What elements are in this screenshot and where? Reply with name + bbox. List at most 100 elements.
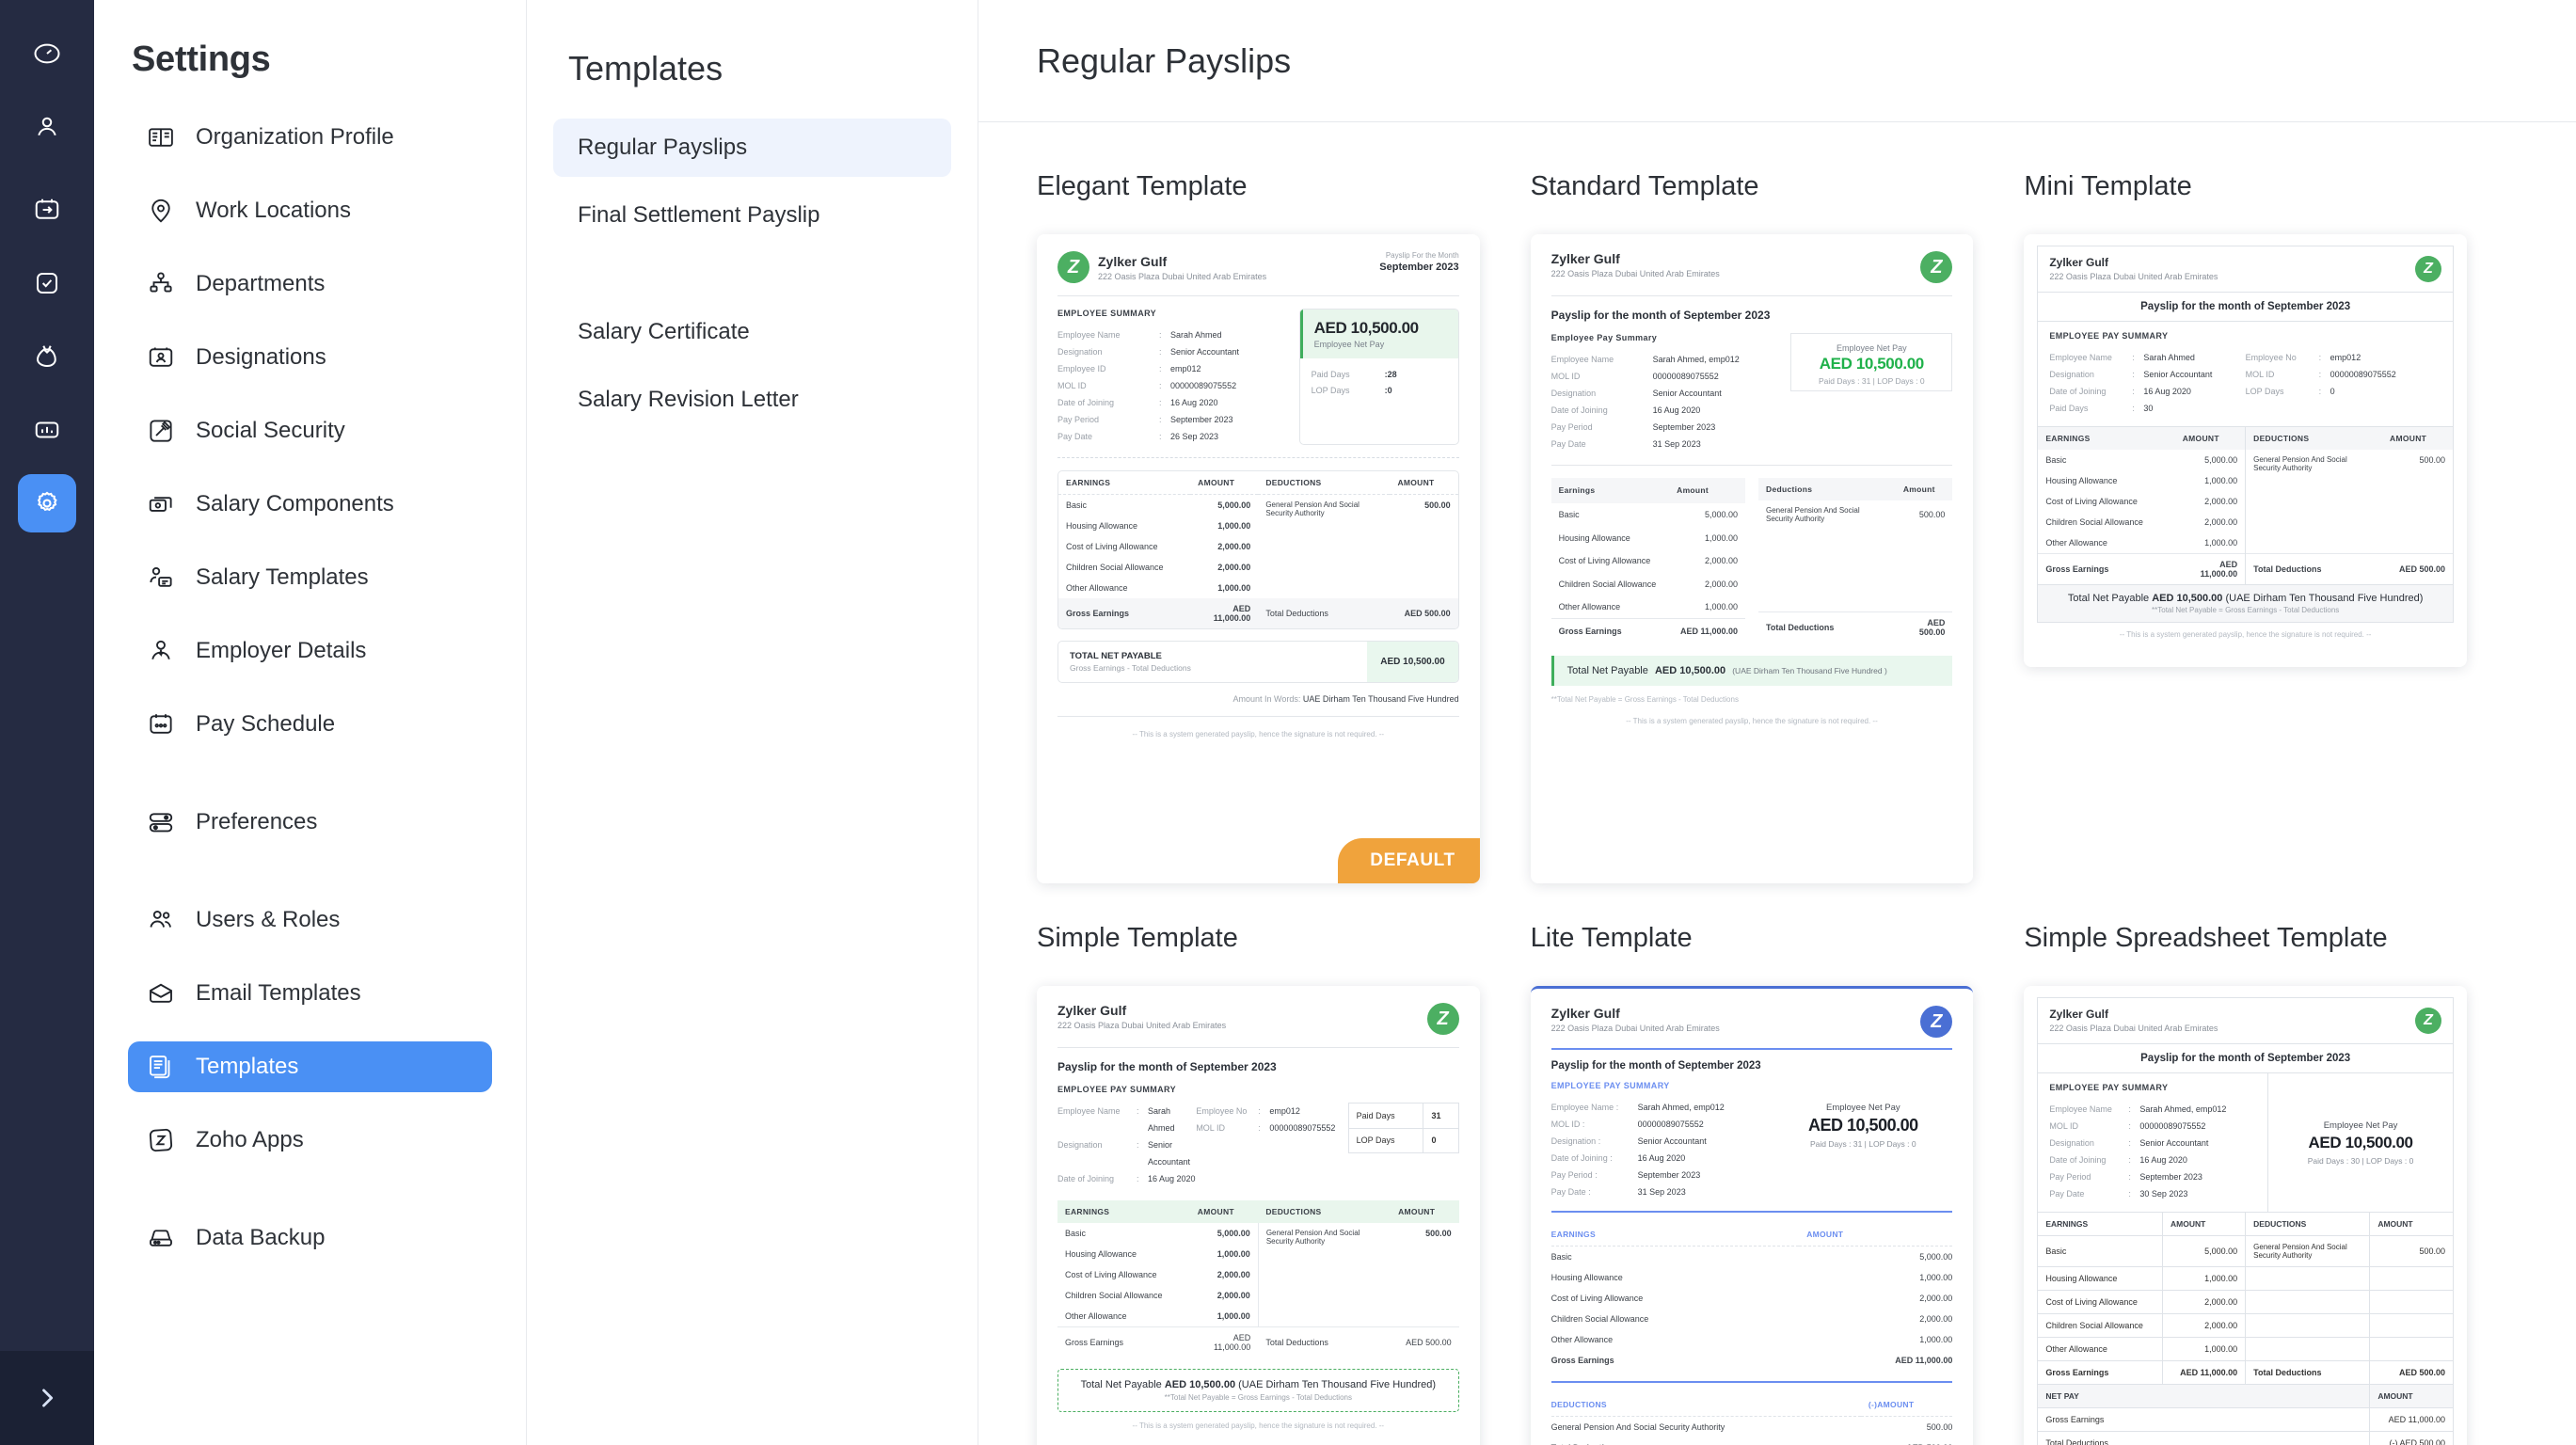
payslip-heading: Payslip for the month of September 2023 <box>2038 292 2453 321</box>
field-value: Senior Accountant <box>1652 389 1722 398</box>
amount-header: AMOUNT <box>1806 1230 1844 1239</box>
employee-summary-heading: EMPLOYEE PAY SUMMARY <box>2049 1083 2169 1092</box>
sidebar-item-pay-schedule[interactable]: Pay Schedule <box>128 699 492 750</box>
template-item-regular-payslips[interactable]: Regular Payslips <box>553 119 951 177</box>
sidebar-item-social-security[interactable]: Social Security <box>128 405 492 456</box>
sidebar-item-employer-details[interactable]: Employer Details <box>128 626 492 676</box>
field-label: Date of Joining <box>2049 1155 2107 1165</box>
reports-chart-icon[interactable] <box>18 401 76 459</box>
template-item-salary-revision-letter[interactable]: Salary Revision Letter <box>553 371 951 429</box>
earning-name: Children Social Allowance <box>1065 1291 1163 1300</box>
net-pay-deductions-label: Total Deductions <box>2038 1431 2371 1445</box>
employees-person-icon[interactable] <box>18 98 76 156</box>
org-name: Zylker Gulf <box>1057 1003 1127 1018</box>
dashboard-clock-icon[interactable] <box>18 24 76 83</box>
field-value: Senior Accountant <box>1637 1136 1707 1146</box>
sidebar-item-work-locations[interactable]: Work Locations <box>128 185 492 236</box>
earning-name: Basic <box>1550 1252 1572 1262</box>
sidebar-item-designations[interactable]: Designations <box>128 332 492 383</box>
template-card-standard[interactable]: Zylker Gulf 222 Oasis Plaza Dubai United… <box>1530 234 1974 883</box>
template-item-label: Salary Revision Letter <box>578 387 799 412</box>
template-cell-lite: Lite Template Zylker Gulf 222 Oasis Plaz… <box>1530 923 2025 1445</box>
zoho-apps-icon <box>145 1124 177 1156</box>
template-card-simple[interactable]: Zylker Gulf 222 Oasis Plaza Dubai United… <box>1037 986 1480 1445</box>
earning-amount: 2,000.00 <box>1704 556 1738 566</box>
field-value: 31 Sep 2023 <box>1637 1187 1686 1197</box>
approvals-check-icon[interactable] <box>18 254 76 312</box>
sidebar-item-users-roles[interactable]: Users & Roles <box>128 895 492 945</box>
content-header: Regular Payslips <box>978 0 2576 122</box>
field-label: Employee Name <box>2049 1104 2112 1114</box>
template-item-label: Final Settlement Payslip <box>578 202 820 228</box>
total-deductions-value: AED 500.00 <box>1918 618 1946 637</box>
field-label: Employee Name <box>1550 1103 1614 1112</box>
sidebar-item-salary-templates[interactable]: Salary Templates <box>128 552 492 603</box>
total-net-formula: Gross Earnings - Total Deductions <box>1070 663 1191 673</box>
leave-calendar-arrow-icon[interactable] <box>18 181 76 239</box>
total-net-formula: **Total Net Payable = Gross Earnings - T… <box>1164 1393 1352 1402</box>
default-badge: DEFAULT <box>1338 838 1480 883</box>
org-name: Zylker Gulf <box>1550 1006 1620 1021</box>
zylker-logo-icon: Z <box>2415 256 2441 282</box>
template-card-elegant[interactable]: Z Zylker Gulf 222 Oasis Plaza Dubai Unit… <box>1037 234 1480 883</box>
template-card-grid: Elegant Template Z Zylker Gulf 222 Oasis… <box>978 122 2576 1445</box>
sidebar-item-preferences[interactable]: Preferences <box>128 797 492 848</box>
deductions-header: DEDUCTIONS <box>1265 478 1322 487</box>
content-area: Regular Payslips Elegant Template Z Zylk… <box>978 0 2576 1445</box>
earning-amount: 5,000.00 <box>1216 1229 1250 1238</box>
nav-divider-2 <box>128 870 492 895</box>
sidebar-item-departments[interactable]: Departments <box>128 259 492 310</box>
field-value: Sarah Ahmed, emp012 <box>1637 1103 1725 1112</box>
gross-earnings-value: AED 11,000.00 <box>1895 1356 1953 1365</box>
field-label: Date of Joining <box>1057 398 1115 407</box>
sidebar-item-templates[interactable]: Templates <box>128 1041 492 1092</box>
gross-earnings-label: Gross Earnings <box>1550 1356 1614 1365</box>
template-card-spreadsheet[interactable]: Zylker Gulf 222 Oasis Plaza Dubai United… <box>2024 986 2467 1445</box>
settings-gear-icon[interactable] <box>18 474 76 532</box>
payslip-month-label: Payslip For the Month <box>1385 251 1459 260</box>
gross-earnings-value: AED 11,000.00 <box>2200 560 2238 579</box>
employee-summary-heading: EMPLOYEE PAY SUMMARY <box>1057 1085 1177 1094</box>
earning-amount: 1,000.00 <box>2162 1337 2247 1361</box>
expand-sidebar-button[interactable] <box>0 1351 94 1445</box>
field-label: Pay Period <box>1057 415 1100 424</box>
template-item-salary-certificate[interactable]: Salary Certificate <box>553 303 951 361</box>
earning-amount: 1,000.00 <box>2162 1266 2247 1291</box>
field-label: MOL ID <box>1550 372 1581 381</box>
payroll-moneybag-icon[interactable] <box>18 327 76 386</box>
field-label: Designation <box>1550 1136 1597 1146</box>
sidebar-item-label: Designations <box>196 344 326 370</box>
template-card-mini[interactable]: Zylker Gulf 222 Oasis Plaza Dubai United… <box>2024 234 2467 667</box>
sidebar-item-data-backup[interactable]: Data Backup <box>128 1213 492 1263</box>
templates-list: Regular Payslips Final Settlement Paysli… <box>527 119 978 429</box>
email-envelope-icon <box>145 977 177 1009</box>
earning-name: Cost of Living Allowance <box>2038 1290 2164 1314</box>
sidebar-item-salary-components[interactable]: Salary Components <box>128 479 492 530</box>
earning-name: Other Allowance <box>1558 602 1621 612</box>
field-value: 26 Sep 2023 <box>1170 432 1219 441</box>
template-item-final-settlement-payslip[interactable]: Final Settlement Payslip <box>553 186 951 245</box>
field-value: September 2023 <box>2139 1172 2202 1182</box>
amount-header: Amount <box>1677 485 1709 496</box>
amount-header: AMOUNT <box>2369 1212 2453 1236</box>
gavel-icon <box>145 415 177 447</box>
earning-amount: 5,000.00 <box>2162 1235 2247 1267</box>
employee-summary-heading: Employee Pay Summary <box>1550 333 1658 342</box>
sidebar-item-email-templates[interactable]: Email Templates <box>128 968 492 1019</box>
sidebar-item-organization-profile[interactable]: Organization Profile <box>128 112 492 163</box>
deduction-amount: 500.00 <box>2369 1235 2453 1267</box>
field-value: Senior Accountant <box>1170 347 1240 357</box>
total-net-payable-label: Total Net Payable <box>1566 665 1648 676</box>
earning-amount: 1,000.00 <box>1216 1249 1250 1259</box>
sidebar-item-zoho-apps[interactable]: Zoho Apps <box>128 1115 492 1166</box>
total-net-payable-label: Total Net Payable <box>2067 593 2150 604</box>
field-value: 16 Aug 2020 <box>1170 398 1218 407</box>
card-title-mini: Mini Template <box>2024 171 2192 201</box>
total-deductions-label: Total Deductions <box>2245 553 2383 584</box>
template-card-lite[interactable]: Zylker Gulf 222 Oasis Plaza Dubai United… <box>1530 986 1974 1445</box>
sidebar-item-label: Templates <box>196 1054 299 1079</box>
total-net-payable-box: Total Net Payable AED 10,500.00 (UAE Dir… <box>1057 1369 1459 1412</box>
field-value: 16 Aug 2020 <box>1652 405 1701 415</box>
template-cell-standard: Standard Template Zylker Gulf 222 Oasis … <box>1530 171 2025 883</box>
earnings-header: EARNINGS <box>1550 1230 1596 1239</box>
